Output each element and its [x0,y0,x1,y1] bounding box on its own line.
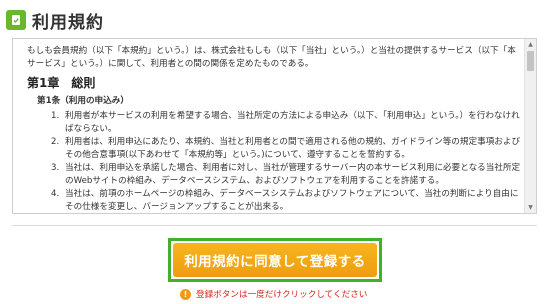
scroll-thumb[interactable] [527,51,534,71]
click-once-notice: ! 登録ボタンは一度だけクリックしてください [180,287,367,301]
list-item: 1. 利用者が本サービスの利用を希望する場合、当社所定の方法による申込み（以下、… [51,110,521,136]
terms-intro: もしも会員規約（以下「本規約」という。）は、株式会社もしも（以下「当社」という。… [27,46,516,69]
item-text: 当社は、利用申込を承諾した場合、利用者に対し、当社が管理するサーバー内の本サービ… [65,163,521,186]
list-item: 2. 利用者は、利用申込にあたり、本規約、当社と利用者との間で適用される他の規約… [51,136,521,162]
page-title: 利用規約 [32,12,104,33]
item-number: 1. [51,111,60,121]
agree-and-register-button[interactable]: 利用規約に同意して登録する [173,243,377,277]
scroll-down-arrow-icon[interactable]: ▼ [525,202,536,213]
item-number: 4. [51,189,60,199]
article-items: 1. 利用者が本サービスの利用を希望する場合、当社所定の方法による申込み（以下、… [51,110,521,213]
page-header: 利用規約 [6,8,104,33]
terms-content: もしも会員規約（以下「本規約」という。）は、株式会社もしも（以下「当社」という。… [27,45,521,213]
terms-scroll-box[interactable]: もしも会員規約（以下「本規約」という。）は、株式会社もしも（以下「当社」という。… [12,38,537,214]
list-item: 4. 当社は、前項のホームページの枠組み、データベースシステムおよびソフトウェア… [51,188,521,213]
list-item: 3. 当社は、利用申込を承諾した場合、利用者に対し、当社が管理するサーバー内の本… [51,162,521,188]
scroll-up-arrow-icon[interactable]: ▲ [525,39,536,50]
submit-button-outline: 利用規約に同意して登録する [168,238,382,282]
document-check-icon [6,10,26,30]
vertical-scrollbar[interactable]: ▲ ▼ [524,39,536,213]
chapter-heading: 第1章 総則 [27,76,96,90]
article-heading: 第1条（利用の申込み） [37,96,129,106]
item-text: 当社は、前項のホームページの枠組み、データベースシステムおよびソフトウェアについ… [65,189,519,212]
item-number: 2. [51,137,60,147]
item-number: 3. [51,163,60,173]
item-text: 利用者は、利用申込にあたり、本規約、当社と利用者との間で適用される他の規約、ガイ… [65,137,521,160]
terms-page: 利用規約 もしも会員規約（以下「本規約」という。）は、株式会社もしも（以下「当社… [0,0,549,304]
warning-icon: ! [180,288,191,300]
notice-text: 登録ボタンは一度だけクリックしてください [196,290,368,300]
divider [12,225,537,226]
item-text: 利用者が本サービスの利用を希望する場合、当社所定の方法による申込み（以下、「利用… [65,111,520,134]
